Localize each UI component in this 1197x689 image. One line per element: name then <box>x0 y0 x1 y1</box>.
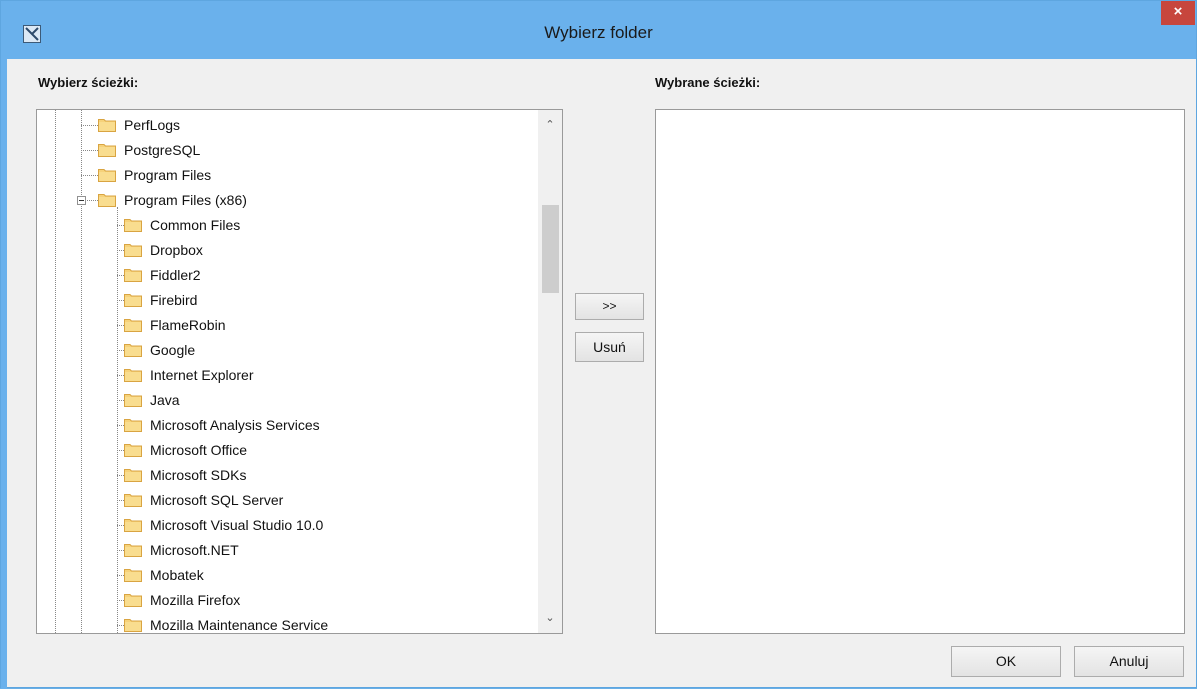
folder-icon <box>124 542 142 557</box>
folder-icon <box>124 517 142 532</box>
tree-connector <box>117 625 124 626</box>
tree-connector <box>117 425 124 426</box>
tree-connector <box>117 500 124 501</box>
chevron-up-icon[interactable]: ⌃ <box>538 110 562 138</box>
tree-item-label: PostgreSQL <box>124 142 201 158</box>
close-icon: × <box>1173 3 1183 20</box>
folder-icon <box>124 317 142 332</box>
tree-item-label: Mobatek <box>150 567 204 583</box>
tree-connector <box>81 150 98 151</box>
tree-item-label: Program Files (x86) <box>124 192 247 208</box>
scrollbar-thumb[interactable] <box>542 205 559 293</box>
tree-item-label: Java <box>150 392 180 408</box>
tree-item-label: Common Files <box>150 217 241 233</box>
folder-icon <box>124 217 142 232</box>
tree-connector <box>117 325 124 326</box>
folder-icon <box>98 192 116 207</box>
tree-guide-line <box>117 207 118 633</box>
tree-item-label: Mozilla Maintenance Service <box>150 617 329 633</box>
window-title: Wybierz folder <box>544 23 653 42</box>
add-path-button[interactable]: >> <box>575 293 644 320</box>
tree-item-label: Program Files <box>124 167 212 183</box>
tree-guide-line <box>81 110 82 633</box>
select-paths-label: Wybierz ścieżki: <box>38 75 139 90</box>
remove-path-button[interactable]: Usuń <box>575 332 644 362</box>
tree-connector <box>81 175 98 176</box>
tree-connector <box>117 450 124 451</box>
folder-tree[interactable]: PerfLogs PostgreSQL Program Files Program F… <box>36 109 563 634</box>
tree-item-label: Fiddler2 <box>150 267 201 283</box>
tree-item-label: Mozilla Firefox <box>150 592 241 608</box>
folder-icon <box>98 142 116 157</box>
folder-icon <box>124 367 142 382</box>
tree-connector <box>117 550 124 551</box>
selected-paths-list[interactable] <box>655 109 1185 634</box>
window-border <box>1 59 7 689</box>
tree-connector <box>81 125 98 126</box>
tree-connector <box>117 600 124 601</box>
tree-item-label: FlameRobin <box>150 317 226 333</box>
folder-icon <box>124 292 142 307</box>
tree-connector <box>117 475 124 476</box>
tree-connector <box>117 350 124 351</box>
folder-icon <box>124 417 142 432</box>
selected-paths-label: Wybrane ścieżki: <box>655 75 761 90</box>
tree-item-label: Microsoft SQL Server <box>150 492 284 508</box>
tree-item-label: PerfLogs <box>124 117 181 133</box>
folder-icon <box>124 267 142 282</box>
folder-icon <box>124 467 142 482</box>
title-bar[interactable]: Wybierz folder × <box>1 1 1196 59</box>
tree-connector <box>117 250 124 251</box>
tree-connector <box>117 275 124 276</box>
folder-icon <box>124 617 142 632</box>
tree-item-label: Dropbox <box>150 242 203 258</box>
folder-icon <box>124 392 142 407</box>
folder-icon <box>98 167 116 182</box>
tree-item-label: Google <box>150 342 196 358</box>
tree-item-label: Firebird <box>150 292 198 308</box>
folder-icon <box>124 442 142 457</box>
tree-item-label: Microsoft.NET <box>150 542 239 558</box>
tree-item-label: Microsoft Visual Studio 10.0 <box>150 517 324 533</box>
tree-item-label: Microsoft SDKs <box>150 467 247 483</box>
folder-icon <box>124 492 142 507</box>
tree-item-label: Microsoft Analysis Services <box>150 417 320 433</box>
tree-connector <box>117 375 124 376</box>
cancel-button[interactable]: Anuluj <box>1074 646 1184 677</box>
tree-connector <box>117 225 124 226</box>
folder-icon <box>98 117 116 132</box>
folder-icon <box>124 242 142 257</box>
folder-icon <box>124 592 142 607</box>
dialog-window: Wybierz folder × Wybierz ścieżki: Wybran… <box>0 0 1197 689</box>
tree-scrollbar[interactable]: ⌃ ⌄ <box>538 110 562 633</box>
tree-guide-line <box>55 110 56 633</box>
collapse-icon[interactable] <box>77 196 86 205</box>
folder-icon <box>124 567 142 582</box>
folder-icon <box>124 342 142 357</box>
tree-connector <box>117 400 124 401</box>
tree-connector <box>117 300 124 301</box>
close-button[interactable]: × <box>1161 1 1195 25</box>
tree-item-label: Microsoft Office <box>150 442 247 458</box>
ok-button[interactable]: OK <box>951 646 1061 677</box>
tree-connector <box>117 575 124 576</box>
chevron-down-icon[interactable]: ⌄ <box>538 605 562 633</box>
tree-connector <box>117 525 124 526</box>
tree-item-label: Internet Explorer <box>150 367 254 383</box>
